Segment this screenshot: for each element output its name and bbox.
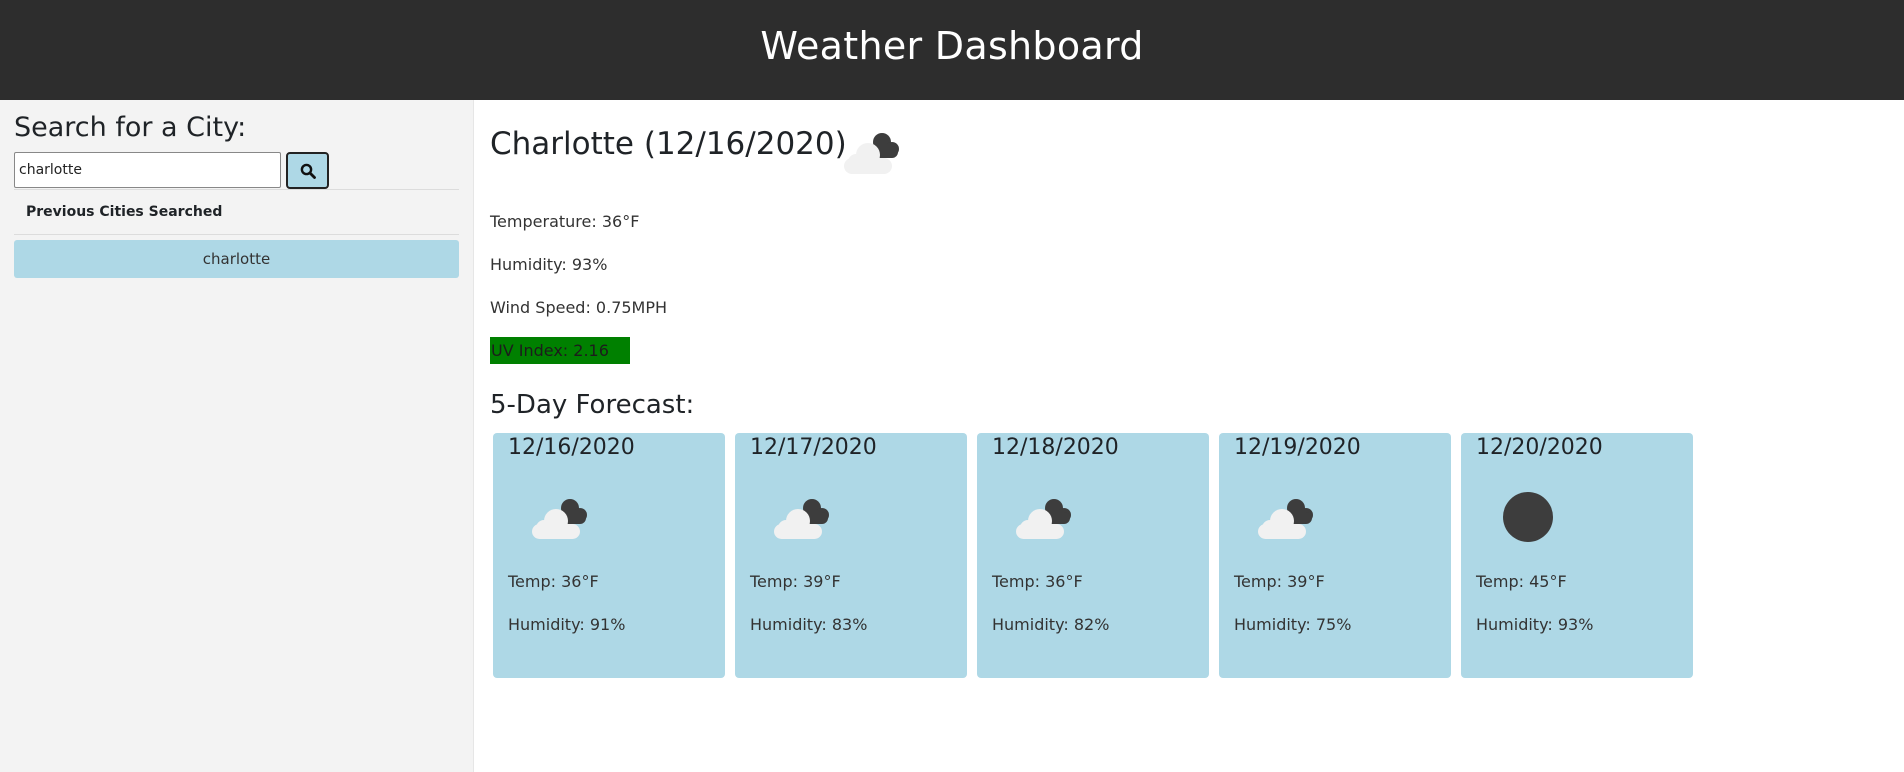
- divider: [14, 189, 459, 190]
- forecast-date: 12/20/2020: [1476, 435, 1603, 460]
- forecast-title: 5-Day Forecast:: [490, 390, 695, 420]
- sidebar: Search for a City: Previous Cities Searc…: [0, 100, 474, 772]
- page-title: Weather Dashboard: [760, 24, 1144, 68]
- cloud-icon: [532, 499, 587, 539]
- search-button[interactable]: [286, 152, 329, 189]
- forecast-temp: Temp: 45°F: [1476, 572, 1567, 591]
- cloud-icon: [844, 133, 899, 174]
- forecast-card: 12/20/2020 Temp: 45°F Humidity: 93%: [1461, 433, 1693, 678]
- cloud-icon: [1258, 499, 1313, 539]
- forecast-temp: Temp: 39°F: [750, 572, 841, 591]
- temperature-text: Temperature: 36°F: [490, 212, 640, 231]
- forecast-card: 12/17/2020 Temp: 39°F Humidity: 83%: [735, 433, 967, 678]
- current-city-title: Charlotte (12/16/2020): [490, 126, 847, 162]
- history-title: Previous Cities Searched: [26, 204, 223, 220]
- app-header: Weather Dashboard: [0, 0, 1904, 100]
- uv-index-badge: UV Index: 2.16: [490, 337, 630, 364]
- cloud-icon: [1016, 499, 1071, 539]
- forecast-humidity: Humidity: 75%: [1234, 615, 1352, 634]
- wind-speed-text: Wind Speed: 0.75MPH: [490, 298, 668, 317]
- forecast-date: 12/16/2020: [508, 435, 635, 460]
- search-heading: Search for a City:: [14, 112, 247, 143]
- divider: [14, 234, 459, 235]
- forecast-card: 12/16/2020 Temp: 36°F Humidity: 91%: [493, 433, 725, 678]
- forecast-temp: Temp: 36°F: [992, 572, 1083, 591]
- forecast-card: 12/19/2020 Temp: 39°F Humidity: 75%: [1219, 433, 1451, 678]
- humidity-text: Humidity: 93%: [490, 255, 608, 274]
- history-item-charlotte[interactable]: charlotte: [14, 240, 459, 278]
- forecast-date: 12/19/2020: [1234, 435, 1361, 460]
- forecast-date: 12/17/2020: [750, 435, 877, 460]
- forecast-humidity: Humidity: 83%: [750, 615, 868, 634]
- forecast-temp: Temp: 39°F: [1234, 572, 1325, 591]
- search-icon: [300, 163, 316, 179]
- clear-icon: [1503, 492, 1553, 542]
- forecast-humidity: Humidity: 82%: [992, 615, 1110, 634]
- main-panel: Charlotte (12/16/2020) Temperature: 36°F…: [490, 100, 1890, 772]
- city-search-input[interactable]: [14, 152, 281, 188]
- forecast-date: 12/18/2020: [992, 435, 1119, 460]
- forecast-humidity: Humidity: 91%: [508, 615, 626, 634]
- forecast-humidity: Humidity: 93%: [1476, 615, 1594, 634]
- forecast-temp: Temp: 36°F: [508, 572, 599, 591]
- cloud-icon: [774, 499, 829, 539]
- forecast-card: 12/18/2020 Temp: 36°F Humidity: 82%: [977, 433, 1209, 678]
